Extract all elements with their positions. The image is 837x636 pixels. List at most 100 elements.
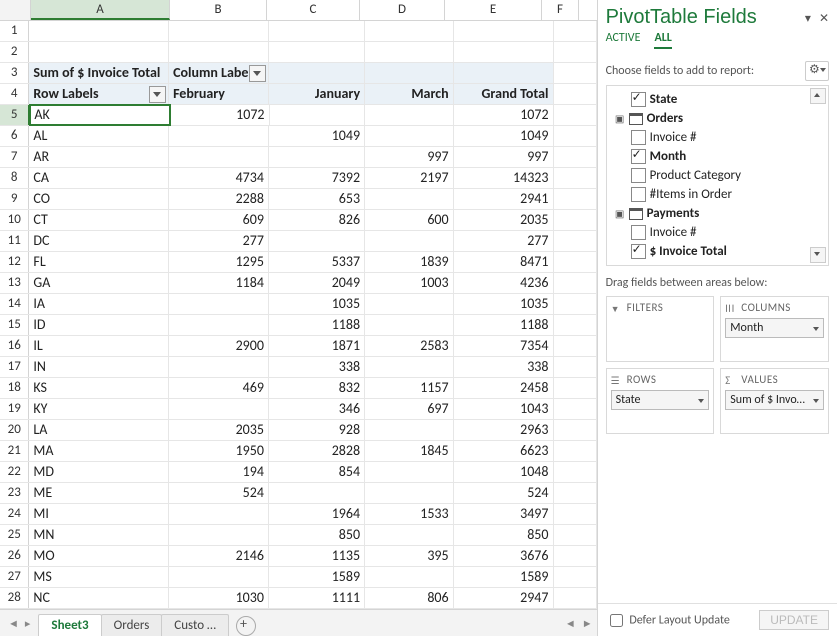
cell[interactable] (554, 252, 597, 272)
scroll-right-icon[interactable]: ► (582, 617, 593, 630)
row-header[interactable]: 16 (0, 336, 29, 356)
cell[interactable]: 1184 (169, 273, 269, 293)
row-header[interactable]: 4 (0, 84, 29, 104)
cell[interactable] (169, 399, 269, 419)
cell[interactable]: 346 (269, 399, 365, 419)
filter-dropdown-icon[interactable] (249, 65, 266, 82)
subtab-all[interactable]: ALL (654, 31, 671, 49)
panel-dropdown-icon[interactable]: ▾ (805, 11, 811, 25)
cell[interactable] (554, 357, 597, 377)
cell[interactable]: 6623 (454, 441, 554, 461)
cell[interactable] (554, 546, 597, 566)
cell[interactable]: 1003 (365, 273, 454, 293)
cell[interactable]: 8471 (454, 252, 554, 272)
pivot-row-label[interactable]: MN (29, 525, 169, 545)
cell[interactable] (554, 588, 597, 608)
cell[interactable] (554, 105, 597, 125)
cell[interactable]: 4734 (169, 168, 269, 188)
cell[interactable] (554, 168, 597, 188)
checkbox[interactable] (631, 168, 646, 183)
cell[interactable]: 2947 (454, 588, 554, 608)
pivot-row-label[interactable]: MO (29, 546, 169, 566)
field-item[interactable]: #Items in Order (609, 185, 826, 204)
cell[interactable] (169, 315, 269, 335)
row-header[interactable]: 13 (0, 273, 29, 293)
pivot-col-header[interactable]: February (169, 84, 269, 104)
cell[interactable]: 997 (365, 147, 454, 167)
field-item[interactable]: Product Category (609, 166, 826, 185)
pivot-row-label[interactable]: FL (29, 252, 169, 272)
field-item[interactable]: $ Invoice Total (609, 242, 826, 261)
cell[interactable] (554, 525, 597, 545)
pivot-row-label[interactable]: MA (29, 441, 169, 461)
scroll-left-icon[interactable]: ◄ (565, 617, 576, 630)
cell[interactable] (554, 21, 597, 41)
row-header[interactable]: 11 (0, 231, 29, 251)
field-item[interactable]: Month (609, 147, 826, 166)
row-header[interactable]: 15 (0, 315, 29, 335)
field-chip[interactable]: Sum of $ Invo… (725, 390, 824, 410)
pivot-col-header[interactable]: Grand Total (454, 84, 554, 104)
pivot-col-header[interactable]: March (365, 84, 454, 104)
pivot-row-label[interactable]: CO (29, 189, 169, 209)
field-tree[interactable]: State▣OrdersInvoice #MonthProduct Catego… (606, 85, 829, 266)
cell[interactable] (365, 483, 454, 503)
cell[interactable]: 524 (169, 483, 269, 503)
cell[interactable]: 3676 (454, 546, 554, 566)
checkbox[interactable] (631, 149, 646, 164)
cell[interactable] (169, 504, 269, 524)
cell[interactable] (554, 42, 597, 62)
tab-nav-prev-icon[interactable]: ▸ (25, 617, 31, 630)
cell[interactable] (365, 126, 454, 146)
cell[interactable] (169, 525, 269, 545)
area-values[interactable]: VALUES Sum of $ Invo… (720, 368, 829, 434)
pivot-row-label[interactable]: AL (29, 126, 169, 146)
row-header[interactable]: 7 (0, 147, 29, 167)
panel-close-icon[interactable]: ✕ (819, 11, 829, 25)
cell[interactable]: 338 (454, 357, 554, 377)
cell[interactable]: 2035 (454, 210, 554, 230)
sheet-tab[interactable]: Orders (101, 614, 163, 636)
row-labels-header[interactable]: Row Labels (29, 84, 169, 104)
sheet-tab[interactable]: Custo … (161, 614, 229, 636)
column-header[interactable]: F (542, 0, 579, 20)
cell[interactable] (365, 294, 454, 314)
scroll-up-icon[interactable] (810, 88, 826, 104)
area-columns[interactable]: COLUMNS Month (720, 296, 829, 362)
cell[interactable] (269, 483, 365, 503)
cell[interactable] (365, 42, 454, 62)
chevron-down-icon[interactable] (809, 393, 819, 407)
chevron-down-icon[interactable] (809, 321, 819, 335)
row-header[interactable]: 9 (0, 189, 29, 209)
cell[interactable] (269, 42, 365, 62)
cell[interactable]: 1950 (169, 441, 269, 461)
cell[interactable] (270, 105, 366, 125)
field-table-node[interactable]: ▣Orders (609, 109, 826, 128)
cell[interactable] (29, 21, 169, 41)
column-header[interactable]: D (360, 0, 445, 20)
grid-body[interactable]: 123Sum of $ Invoice TotalColumn Labels4R… (0, 21, 597, 609)
cell[interactable] (554, 567, 597, 587)
column-header[interactable]: C (267, 0, 360, 20)
cell[interactable]: 1072 (170, 105, 270, 125)
update-button[interactable]: UPDATE (759, 610, 829, 630)
cell[interactable]: 2146 (169, 546, 269, 566)
field-chip[interactable]: State (611, 390, 710, 410)
cell[interactable]: 1072 (454, 105, 554, 125)
row-header[interactable]: 14 (0, 294, 29, 314)
row-header[interactable]: 3 (0, 63, 29, 83)
pivot-row-label[interactable]: CA (29, 168, 169, 188)
cell[interactable]: 2963 (454, 420, 554, 440)
cell[interactable]: 1135 (269, 546, 365, 566)
area-rows[interactable]: ROWS State (606, 368, 715, 434)
cell[interactable] (554, 420, 597, 440)
row-header[interactable]: 20 (0, 420, 29, 440)
cell[interactable]: 832 (269, 378, 365, 398)
pivot-col-header[interactable]: January (269, 84, 365, 104)
select-all-corner[interactable] (0, 0, 31, 20)
tab-nav-arrows[interactable]: ◄ ▸ (0, 617, 38, 630)
pivot-row-label[interactable]: ID (29, 315, 169, 335)
pivot-row-label[interactable]: DC (29, 231, 169, 251)
cell[interactable]: 1589 (454, 567, 554, 587)
cell[interactable] (169, 357, 269, 377)
